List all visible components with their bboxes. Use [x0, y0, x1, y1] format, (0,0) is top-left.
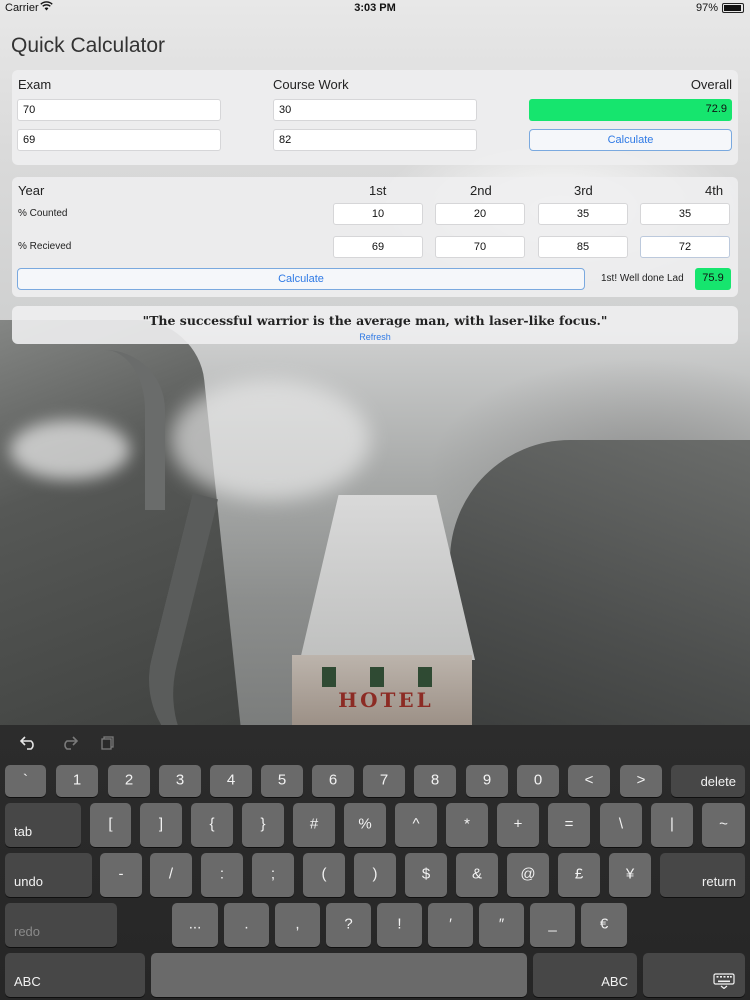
key-left-bracket[interactable]: [	[90, 803, 131, 847]
key-backtick[interactable]: `	[5, 765, 46, 797]
hotel-window	[418, 667, 432, 687]
abc-key-left[interactable]: ABC	[5, 953, 145, 997]
snow-patch	[170, 380, 370, 500]
key-underscore[interactable]: _	[530, 903, 575, 947]
key-right-bracket[interactable]: ]	[140, 803, 182, 847]
key-equals[interactable]: =	[548, 803, 590, 847]
counted-input-4th[interactable]: 35	[640, 203, 730, 225]
key-4[interactable]: 4	[210, 765, 252, 797]
coursework-weight-input[interactable]: 82	[273, 129, 477, 151]
key-3[interactable]: 3	[159, 765, 201, 797]
key-tilde[interactable]: ~	[702, 803, 745, 847]
key-exclamation[interactable]: !	[377, 903, 422, 947]
key-left-brace[interactable]: {	[191, 803, 233, 847]
key-asterisk[interactable]: *	[446, 803, 488, 847]
key-right-brace[interactable]: }	[242, 803, 284, 847]
mountain-right	[450, 440, 750, 725]
exam-label: Exam	[18, 77, 52, 92]
key-at[interactable]: @	[507, 853, 549, 897]
key-0[interactable]: 0	[517, 765, 559, 797]
key-question[interactable]: ?	[326, 903, 371, 947]
year-header-3rd: 3rd	[574, 183, 593, 198]
delete-key[interactable]: delete	[671, 765, 745, 797]
key-backslash[interactable]: \	[600, 803, 642, 847]
keyboard-dismiss-icon[interactable]	[643, 953, 745, 997]
counted-input-1st[interactable]: 10	[333, 203, 423, 225]
hotel-sign: HOTEL	[338, 688, 434, 712]
key-5[interactable]: 5	[261, 765, 303, 797]
key-caret[interactable]: ^	[395, 803, 437, 847]
coursework-score-input[interactable]: 30	[273, 99, 477, 121]
key-7[interactable]: 7	[363, 765, 405, 797]
abc-key-right[interactable]: ABC	[533, 953, 637, 997]
key-pound[interactable]: £	[558, 853, 600, 897]
received-input-3rd[interactable]: 85	[538, 236, 628, 258]
clock: 3:03 PM	[354, 2, 396, 14]
battery-percent: 97%	[695, 2, 718, 14]
year-header-2nd: 2nd	[470, 183, 492, 198]
refresh-quote-link[interactable]: Refresh	[0, 332, 750, 342]
key-colon[interactable]: :	[201, 853, 243, 897]
hotel-window	[322, 667, 336, 687]
quick-calculate-button[interactable]: Calculate	[529, 129, 732, 151]
result-message: 1st! Well done Lad	[601, 273, 684, 284]
key-minus[interactable]: -	[100, 853, 142, 897]
year-header-4th: 4th	[705, 183, 724, 198]
key-prime[interactable]: ′	[428, 903, 473, 947]
key-euro[interactable]: €	[581, 903, 627, 947]
received-label: % Recieved	[18, 241, 72, 252]
key-double-prime[interactable]: ″	[479, 903, 524, 947]
undo-key[interactable]: undo	[5, 853, 92, 897]
key-1[interactable]: 1	[56, 765, 98, 797]
exam-weight-input[interactable]: 69	[17, 129, 221, 151]
exam-score-input[interactable]: 70	[17, 99, 221, 121]
counted-input-2nd[interactable]: 20	[435, 203, 525, 225]
overall-label: Overall	[690, 77, 732, 92]
counted-label: % Counted	[18, 208, 68, 219]
key-hash[interactable]: #	[293, 803, 335, 847]
key-9[interactable]: 9	[466, 765, 508, 797]
space-bar[interactable]	[151, 953, 527, 997]
year-result: 75.9	[695, 268, 731, 290]
key-8[interactable]: 8	[414, 765, 456, 797]
hotel-window	[370, 667, 384, 687]
key-semicolon[interactable]: ;	[252, 853, 294, 897]
key-comma[interactable]: ,	[275, 903, 320, 947]
return-key[interactable]: return	[660, 853, 745, 897]
year-label: Year	[18, 183, 45, 198]
quote-text: "The successful warrior is the average m…	[142, 313, 608, 328]
received-input-1st[interactable]: 69	[333, 236, 423, 258]
paste-icon[interactable]	[101, 735, 115, 755]
app-title: Quick Calculator	[11, 34, 166, 57]
key-ellipsis[interactable]: ...	[172, 903, 218, 947]
tab-key[interactable]: tab	[5, 803, 81, 847]
redo-key[interactable]: redo	[5, 903, 117, 947]
overall-result: 72.9	[529, 99, 732, 121]
counted-input-3rd[interactable]: 35	[538, 203, 628, 225]
undo-icon[interactable]	[19, 735, 38, 755]
key-slash[interactable]: /	[150, 853, 192, 897]
year-calculate-button[interactable]: Calculate	[17, 268, 585, 290]
status-bar: Carrier 3:03 PM 97%	[0, 0, 750, 16]
battery-icon	[722, 3, 744, 13]
received-input-4th[interactable]: 72	[640, 236, 730, 258]
key-dollar[interactable]: $	[405, 853, 447, 897]
key-left-paren[interactable]: (	[303, 853, 345, 897]
key-less-than[interactable]: <	[568, 765, 610, 797]
key-ampersand[interactable]: &	[456, 853, 498, 897]
redo-icon[interactable]	[60, 735, 79, 755]
key-yen[interactable]: ¥	[609, 853, 651, 897]
hotel-roof	[300, 495, 475, 660]
key-greater-than[interactable]: >	[620, 765, 662, 797]
key-6[interactable]: 6	[312, 765, 354, 797]
key-right-paren[interactable]: )	[354, 853, 396, 897]
key-percent[interactable]: %	[344, 803, 386, 847]
key-2[interactable]: 2	[108, 765, 150, 797]
key-period[interactable]: .	[224, 903, 269, 947]
year-header-1st: 1st	[369, 183, 387, 198]
received-input-2nd[interactable]: 70	[435, 236, 525, 258]
coursework-label: Course Work	[273, 77, 349, 92]
key-plus[interactable]: +	[497, 803, 539, 847]
key-pipe[interactable]: |	[651, 803, 693, 847]
